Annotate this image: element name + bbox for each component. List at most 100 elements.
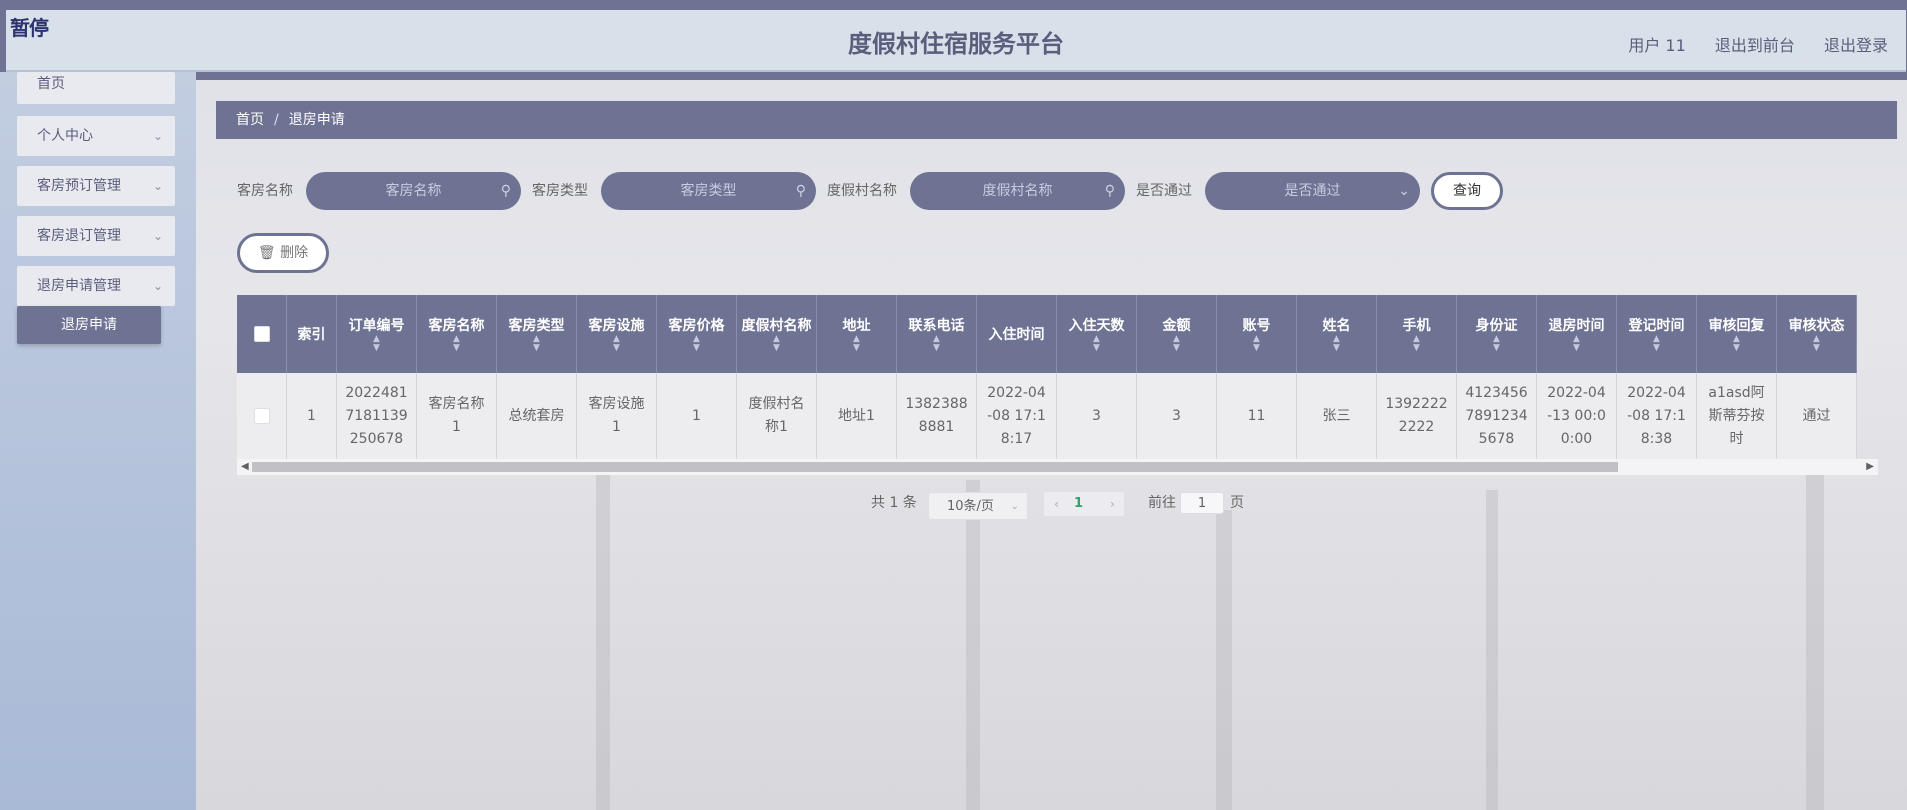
- cell-text: 5678: [1478, 430, 1515, 447]
- column-header[interactable]: 姓名 ▲ ▼: [1297, 295, 1377, 373]
- cell-text: 2022-04: [987, 384, 1046, 401]
- horizontal-scrollbar[interactable]: ◀ ▶: [237, 459, 1878, 475]
- column-header[interactable]: 审核回复 ▲ ▼: [1697, 295, 1777, 373]
- sort-icon[interactable]: ▲ ▼: [1653, 335, 1660, 353]
- sidebar-item-booking-mgmt[interactable]: 客房预订管理 ⌄: [17, 166, 175, 206]
- table-cell: 1: [287, 373, 337, 459]
- approved-select[interactable]: 是否通过 ⌄: [1205, 172, 1420, 210]
- resort-name-placeholder: 度假村名称: [982, 183, 1053, 199]
- room-type-input[interactable]: 客房类型 ⚲: [601, 172, 816, 210]
- column-header-label: 联系电话: [908, 318, 965, 334]
- column-header[interactable]: 退房时间 ▲ ▼: [1537, 295, 1617, 373]
- logout-link[interactable]: 退出登录: [1824, 36, 1888, 55]
- column-header-label: 度假村名称: [741, 318, 812, 334]
- column-header[interactable]: 审核状态 ▲ ▼: [1777, 295, 1857, 373]
- chevron-down-icon: ⌄: [152, 179, 163, 193]
- column-header[interactable]: 客房设施 ▲ ▼: [577, 295, 657, 373]
- user-link[interactable]: 用户 11: [1628, 36, 1685, 55]
- sort-icon[interactable]: ▲ ▼: [1413, 335, 1420, 353]
- sidebar-item-home[interactable]: 首页: [17, 72, 175, 104]
- table-cell: 2022-04 -08 17:1 8:38: [1617, 373, 1697, 459]
- cell-text: 称1: [765, 419, 788, 435]
- column-header-label: 订单编号: [348, 318, 405, 334]
- cell-text: 8:38: [1640, 430, 1673, 447]
- sidebar-item-cancel-mgmt[interactable]: 客房退订管理 ⌄: [17, 216, 175, 256]
- table-row[interactable]: 1 2022481 7181139 250678 客房名称 1 总统套房 客房设施 1 1 度假村名…: [237, 373, 1857, 459]
- column-header[interactable]: 地址 ▲ ▼: [817, 295, 897, 373]
- sidebar-subitem-checkout-request[interactable]: 退房申请: [17, 306, 161, 344]
- sort-icon[interactable]: ▲ ▼: [613, 335, 620, 353]
- column-header[interactable]: 订单编号 ▲ ▼: [337, 295, 417, 373]
- room-name-input[interactable]: 客房名称 ⚲: [306, 172, 521, 210]
- chevron-down-icon: ⌄: [1398, 183, 1410, 199]
- column-header[interactable]: 联系电话 ▲ ▼: [897, 295, 977, 373]
- prev-page-icon[interactable]: ‹: [1054, 492, 1059, 516]
- sort-icon[interactable]: ▲ ▼: [1333, 335, 1340, 353]
- page-size-select[interactable]: 10条/页 ⌄: [928, 492, 1028, 520]
- cell-text: 客房设施: [588, 396, 645, 412]
- sidebar-item-checkout-mgmt[interactable]: 退房申请管理 ⌄: [17, 266, 175, 306]
- sort-icon[interactable]: ▲ ▼: [773, 335, 780, 353]
- breadcrumb-home[interactable]: 首页: [236, 112, 264, 128]
- sort-icon[interactable]: ▲ ▼: [1733, 335, 1740, 353]
- cell-text: 总统套房: [508, 407, 565, 424]
- goto-page-input[interactable]: 1: [1180, 492, 1224, 514]
- page-number[interactable]: 1: [1074, 492, 1083, 516]
- app-header: 暂停 度假村住宿服务平台 用户 11 退出到前台 退出登录: [6, 10, 1906, 72]
- scroll-left-icon[interactable]: ◀: [241, 461, 249, 472]
- sort-icon[interactable]: ▲ ▼: [1573, 335, 1580, 353]
- resort-name-input[interactable]: 度假村名称 ⚲: [910, 172, 1125, 210]
- column-header[interactable]: 账号 ▲ ▼: [1217, 295, 1297, 373]
- sort-icon[interactable]: ▲ ▼: [453, 335, 460, 353]
- column-header[interactable]: 身份证 ▲ ▼: [1457, 295, 1537, 373]
- next-page-icon[interactable]: ›: [1110, 492, 1115, 516]
- total-count: 共 1 条: [871, 495, 917, 511]
- row-checkbox[interactable]: [253, 408, 270, 424]
- column-header[interactable]: 索引: [287, 295, 337, 373]
- column-header[interactable]: 客房价格 ▲ ▼: [657, 295, 737, 373]
- delete-button[interactable]: 🗑 删除: [237, 233, 329, 273]
- room-type-label: 客房类型: [532, 183, 588, 199]
- column-header[interactable]: 入住时间: [977, 295, 1057, 373]
- column-header[interactable]: 度假村名称 ▲ ▼: [737, 295, 817, 373]
- chevron-down-icon: ⌄: [152, 279, 163, 293]
- column-header-label: 客房价格: [668, 318, 725, 334]
- sidebar-item-personal-center[interactable]: 个人中心 ⌄: [17, 116, 175, 156]
- cell-text: 1: [307, 407, 316, 424]
- breadcrumb-separator: /: [274, 112, 279, 128]
- resort-name-label: 度假村名称: [827, 183, 897, 199]
- sort-icon[interactable]: ▲ ▼: [1813, 335, 1820, 353]
- room-name-placeholder: 客房名称: [385, 183, 442, 199]
- sort-icon[interactable]: ▲ ▼: [1253, 335, 1260, 353]
- column-header[interactable]: 客房类型 ▲ ▼: [497, 295, 577, 373]
- sort-icon[interactable]: ▲ ▼: [373, 335, 380, 353]
- sidebar-item-label: 客房预订管理: [37, 178, 121, 194]
- sort-icon[interactable]: ▲ ▼: [1093, 335, 1100, 353]
- column-header[interactable]: 手机 ▲ ▼: [1377, 295, 1457, 373]
- data-table: 索引 订单编号 ▲ ▼ 客房名称 ▲ ▼ 客房类型 ▲ ▼ 客房设施 ▲ ▼ 客房价格 ▲ ▼ 度假村名称 ▲ ▼ 地…: [237, 295, 1878, 481]
- column-header-label: 客房类型: [508, 318, 565, 334]
- sort-icon[interactable]: ▲ ▼: [933, 335, 940, 353]
- cell-text: 3: [1092, 407, 1101, 424]
- approved-placeholder: 是否通过: [1284, 183, 1341, 199]
- scroll-right-icon[interactable]: ▶: [1866, 461, 1874, 472]
- table-header: 索引 订单编号 ▲ ▼ 客房名称 ▲ ▼ 客房类型 ▲ ▼ 客房设施 ▲ ▼ 客房价格 ▲ ▼ 度假村名称 ▲ ▼ 地…: [237, 295, 1857, 373]
- query-button[interactable]: 查询: [1431, 172, 1503, 210]
- column-header[interactable]: 登记时间 ▲ ▼: [1617, 295, 1697, 373]
- cell-text: 11: [1247, 407, 1266, 424]
- sort-icon[interactable]: ▲ ▼: [1173, 335, 1180, 353]
- sort-icon[interactable]: ▲ ▼: [533, 335, 540, 353]
- sort-icon[interactable]: ▲ ▼: [853, 335, 860, 353]
- column-header[interactable]: 金额 ▲ ▼: [1137, 295, 1217, 373]
- cell-text: 1: [452, 419, 461, 435]
- cell-text: 斯蒂芬按: [1708, 407, 1765, 424]
- sort-icon[interactable]: ▲ ▼: [1493, 335, 1500, 353]
- back-to-front-link[interactable]: 退出到前台: [1715, 36, 1795, 55]
- cell-text: 7891234: [1465, 407, 1528, 424]
- column-header[interactable]: 入住天数 ▲ ▼: [1057, 295, 1137, 373]
- column-header-label: 身份证: [1475, 318, 1518, 334]
- select-all-checkbox[interactable]: [253, 326, 270, 342]
- scrollbar-thumb[interactable]: [252, 462, 1618, 472]
- column-header[interactable]: 客房名称 ▲ ▼: [417, 295, 497, 373]
- sort-icon[interactable]: ▲ ▼: [693, 335, 700, 353]
